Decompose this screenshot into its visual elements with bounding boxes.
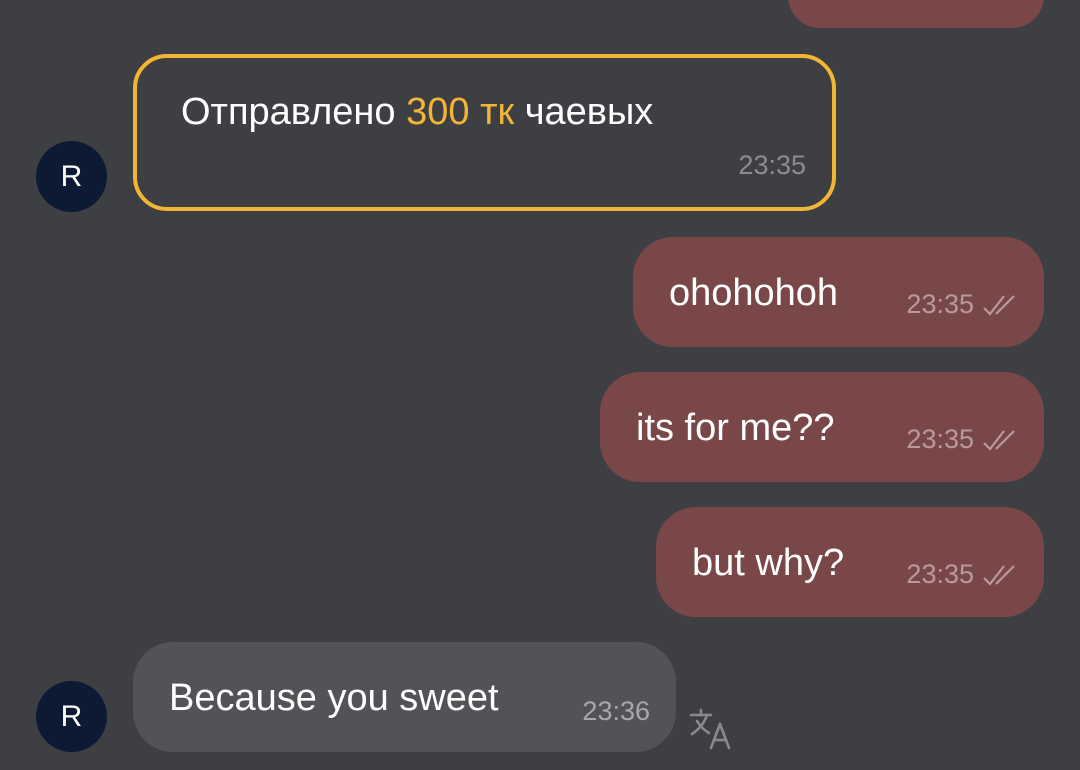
double-check-icon <box>983 564 1015 586</box>
message-meta: 23:35 <box>906 424 1022 455</box>
double-check-icon <box>983 429 1015 451</box>
avatar-letter: R <box>60 160 83 193</box>
outgoing-message-bubble[interactable]: its for me?? 23:35 <box>600 372 1044 482</box>
tip-prefix: Отправлено <box>181 91 396 133</box>
message-meta: 23:35 <box>906 289 1022 320</box>
tip-suffix: чаевых <box>524 91 654 133</box>
translate-icon[interactable] <box>689 706 735 750</box>
avatar[interactable]: R <box>36 141 107 212</box>
tip-message-text: Отправлено 300 тк чаевых <box>181 92 653 132</box>
message-meta: 23:35 <box>906 559 1022 590</box>
tip-message-bubble[interactable]: Отправлено 300 тк чаевых 23:35 <box>133 54 836 211</box>
message-text: ohohohoh <box>669 272 839 314</box>
outgoing-message-bubble[interactable]: ohohohoh 23:35 <box>633 237 1044 347</box>
avatar[interactable]: R <box>36 681 107 752</box>
message-time: 23:35 <box>738 150 806 180</box>
message-time: 23:36 <box>582 696 650 726</box>
avatar-letter: R <box>60 700 83 733</box>
previous-message-bubble[interactable] <box>788 0 1044 28</box>
tip-amount: 300 тк <box>406 91 515 133</box>
message-time: 23:35 <box>906 559 974 589</box>
message-text: its for me?? <box>636 407 835 449</box>
message-text: but why? <box>692 542 845 584</box>
incoming-message-bubble[interactable]: Because you sweet 23:36 <box>133 642 676 752</box>
message-time: 23:35 <box>906 424 974 454</box>
outgoing-message-bubble[interactable]: but why? 23:35 <box>656 507 1044 617</box>
double-check-icon <box>983 294 1015 316</box>
message-time: 23:35 <box>906 289 974 319</box>
message-text: Because you sweet <box>169 677 499 719</box>
